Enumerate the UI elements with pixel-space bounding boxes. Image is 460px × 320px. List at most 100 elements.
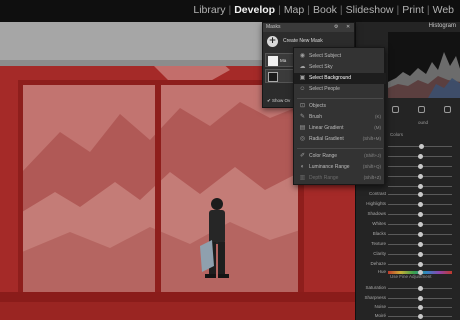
module-picker: Library | Develop | Map | Book | Slideshow | Print… bbox=[191, 4, 456, 16]
slider-label: Shadows bbox=[367, 211, 386, 216]
subject-icon: ◉ bbox=[299, 53, 306, 59]
menu-item-label: Depth Range bbox=[309, 175, 339, 181]
close-icon[interactable]: ✕ bbox=[346, 24, 350, 31]
menu-item-label: Select Sky bbox=[309, 64, 333, 70]
slider-label: Sharpness bbox=[364, 295, 386, 300]
slider-label: Clarity bbox=[373, 251, 386, 256]
menu-item-select-subject[interactable]: ◉ Select Subject bbox=[294, 51, 386, 62]
histogram[interactable] bbox=[388, 32, 460, 98]
background-icon: ▣ bbox=[299, 75, 306, 81]
module-book[interactable]: Book bbox=[311, 4, 339, 16]
slider-label: Whites bbox=[372, 221, 386, 226]
module-slideshow[interactable]: Slideshow bbox=[344, 4, 396, 16]
menu-item-select-people[interactable]: ☺ Select People bbox=[294, 84, 386, 95]
histogram-graph bbox=[388, 52, 460, 98]
module-print[interactable]: Print bbox=[400, 4, 426, 16]
brush-icon: ✎ bbox=[299, 114, 306, 120]
floor bbox=[0, 302, 355, 320]
menu-item-shortcut: (Shift+Z) bbox=[363, 175, 381, 180]
slider-texture[interactable]: Texture bbox=[356, 240, 460, 249]
slider-label: Contrast bbox=[368, 191, 386, 196]
window-mullion-center bbox=[155, 80, 161, 300]
preset-label: ound bbox=[418, 120, 429, 125]
menu-item-label: Radial Gradient bbox=[309, 136, 344, 142]
show-overlay-toggle[interactable]: ✔ Show Ov bbox=[267, 98, 290, 104]
menu-item-shortcut: (Shift+Q) bbox=[362, 164, 381, 169]
slider-knob[interactable] bbox=[418, 144, 424, 149]
mask-type-menu: ◉ Select Subject ☁ Select Sky ▣ Select Backgr… bbox=[293, 47, 386, 185]
slider-label: Texture bbox=[371, 241, 386, 246]
module-picker-bar: Library | Develop | Map | Book | Slideshow | Print… bbox=[0, 0, 460, 22]
module-map[interactable]: Map bbox=[282, 4, 306, 16]
slider-label: Highlights bbox=[366, 201, 386, 206]
slider-noise[interactable]: Noise bbox=[356, 303, 460, 312]
menu-item-shortcut: (K) bbox=[375, 114, 381, 119]
menu-item-label: Objects bbox=[309, 103, 326, 109]
sky-icon: ☁ bbox=[299, 64, 306, 70]
menu-item-color-range[interactable]: ✐ Color Range (Shift+J) bbox=[294, 151, 386, 162]
slider-contrast[interactable]: Contrast bbox=[356, 190, 460, 199]
menu-item-objects[interactable]: ⊡ Objects bbox=[294, 101, 386, 112]
slider-sharpness[interactable]: Sharpness bbox=[356, 294, 460, 303]
slider-knob[interactable] bbox=[417, 242, 423, 247]
masking-tool-icon[interactable] bbox=[444, 105, 452, 113]
slider-blacks[interactable]: Blacks bbox=[356, 230, 460, 239]
slider-knob[interactable] bbox=[417, 202, 423, 207]
use-fine-adjustment-label[interactable]: Use Fine Adjustment bbox=[390, 274, 432, 279]
slider-clarity[interactable]: Clarity bbox=[356, 250, 460, 259]
slider-knob[interactable] bbox=[417, 286, 423, 291]
slider-whites[interactable]: Whites bbox=[356, 220, 460, 229]
masks-panel-title: Masks bbox=[266, 24, 281, 30]
slider-knob[interactable] bbox=[417, 252, 423, 257]
slider-knob[interactable] bbox=[417, 184, 423, 189]
menu-item-select-sky[interactable]: ☁ Select Sky bbox=[294, 62, 386, 73]
create-new-mask-row[interactable]: + Create New Mask bbox=[267, 35, 323, 47]
window-mullion-left bbox=[18, 80, 23, 300]
menu-item-luminance-range[interactable]: ◐ Luminance Range (Shift+Q) bbox=[294, 162, 386, 173]
slider-moir-[interactable]: Moiré bbox=[356, 312, 460, 320]
menu-item-label: Select Subject bbox=[309, 53, 341, 59]
mask-component-thumbnail bbox=[268, 72, 278, 82]
module-web[interactable]: Web bbox=[431, 4, 456, 16]
slider-saturation[interactable]: Saturation bbox=[356, 284, 460, 293]
menu-item-label: Select Background bbox=[309, 75, 351, 81]
slider-knob[interactable] bbox=[417, 192, 423, 197]
slider-knob[interactable] bbox=[417, 314, 423, 319]
module-library[interactable]: Library bbox=[191, 4, 227, 16]
menu-separator bbox=[297, 98, 383, 99]
add-mask-icon[interactable]: + bbox=[267, 35, 278, 47]
slider-knob[interactable] bbox=[417, 212, 423, 217]
module-develop[interactable]: Develop bbox=[232, 4, 277, 16]
mask-item-label: Ma bbox=[280, 58, 287, 63]
menu-item-select-background[interactable]: ▣ Select Background bbox=[294, 73, 386, 84]
slider-knob[interactable] bbox=[417, 222, 423, 227]
slider-label: Moiré bbox=[374, 313, 386, 318]
slider-knob[interactable] bbox=[417, 164, 423, 169]
menu-item-linear-gradient[interactable]: ▤ Linear Gradient (M) bbox=[294, 123, 386, 134]
slider-knob[interactable] bbox=[417, 174, 423, 179]
settings-icon[interactable]: ⚙ bbox=[334, 24, 338, 31]
slider-knob[interactable] bbox=[417, 232, 423, 237]
menu-item-depth-range: ▥ Depth Range (Shift+Z) bbox=[294, 173, 386, 184]
mask-item[interactable]: Ma bbox=[265, 53, 295, 67]
mask-thumbnail bbox=[268, 56, 278, 66]
redeye-tool-icon[interactable] bbox=[418, 105, 426, 113]
menu-item-label: Color Range bbox=[309, 153, 338, 159]
slider-knob[interactable] bbox=[417, 305, 423, 310]
mask-component-item[interactable] bbox=[265, 69, 295, 83]
menu-item-label: Select People bbox=[309, 86, 340, 92]
menu-item-brush[interactable]: ✎ Brush (K) bbox=[294, 112, 386, 123]
slider-knob[interactable] bbox=[417, 262, 423, 267]
people-icon: ☺ bbox=[299, 86, 306, 92]
slider-shadows[interactable]: Shadows bbox=[356, 210, 460, 219]
slider-knob[interactable] bbox=[417, 296, 423, 301]
menu-item-label: Linear Gradient bbox=[309, 125, 344, 131]
slider-label: Dehaze bbox=[370, 261, 386, 266]
slider-label: Hue bbox=[377, 269, 386, 274]
menu-item-radial-gradient[interactable]: ◎ Radial Gradient (Shift+M) bbox=[294, 134, 386, 145]
create-new-mask-label: Create New Mask bbox=[283, 38, 323, 44]
slider-knob[interactable] bbox=[417, 154, 423, 159]
slider-label: Noise bbox=[374, 304, 386, 309]
heal-tool-icon[interactable] bbox=[391, 105, 399, 113]
slider-highlights[interactable]: Highlights bbox=[356, 200, 460, 209]
